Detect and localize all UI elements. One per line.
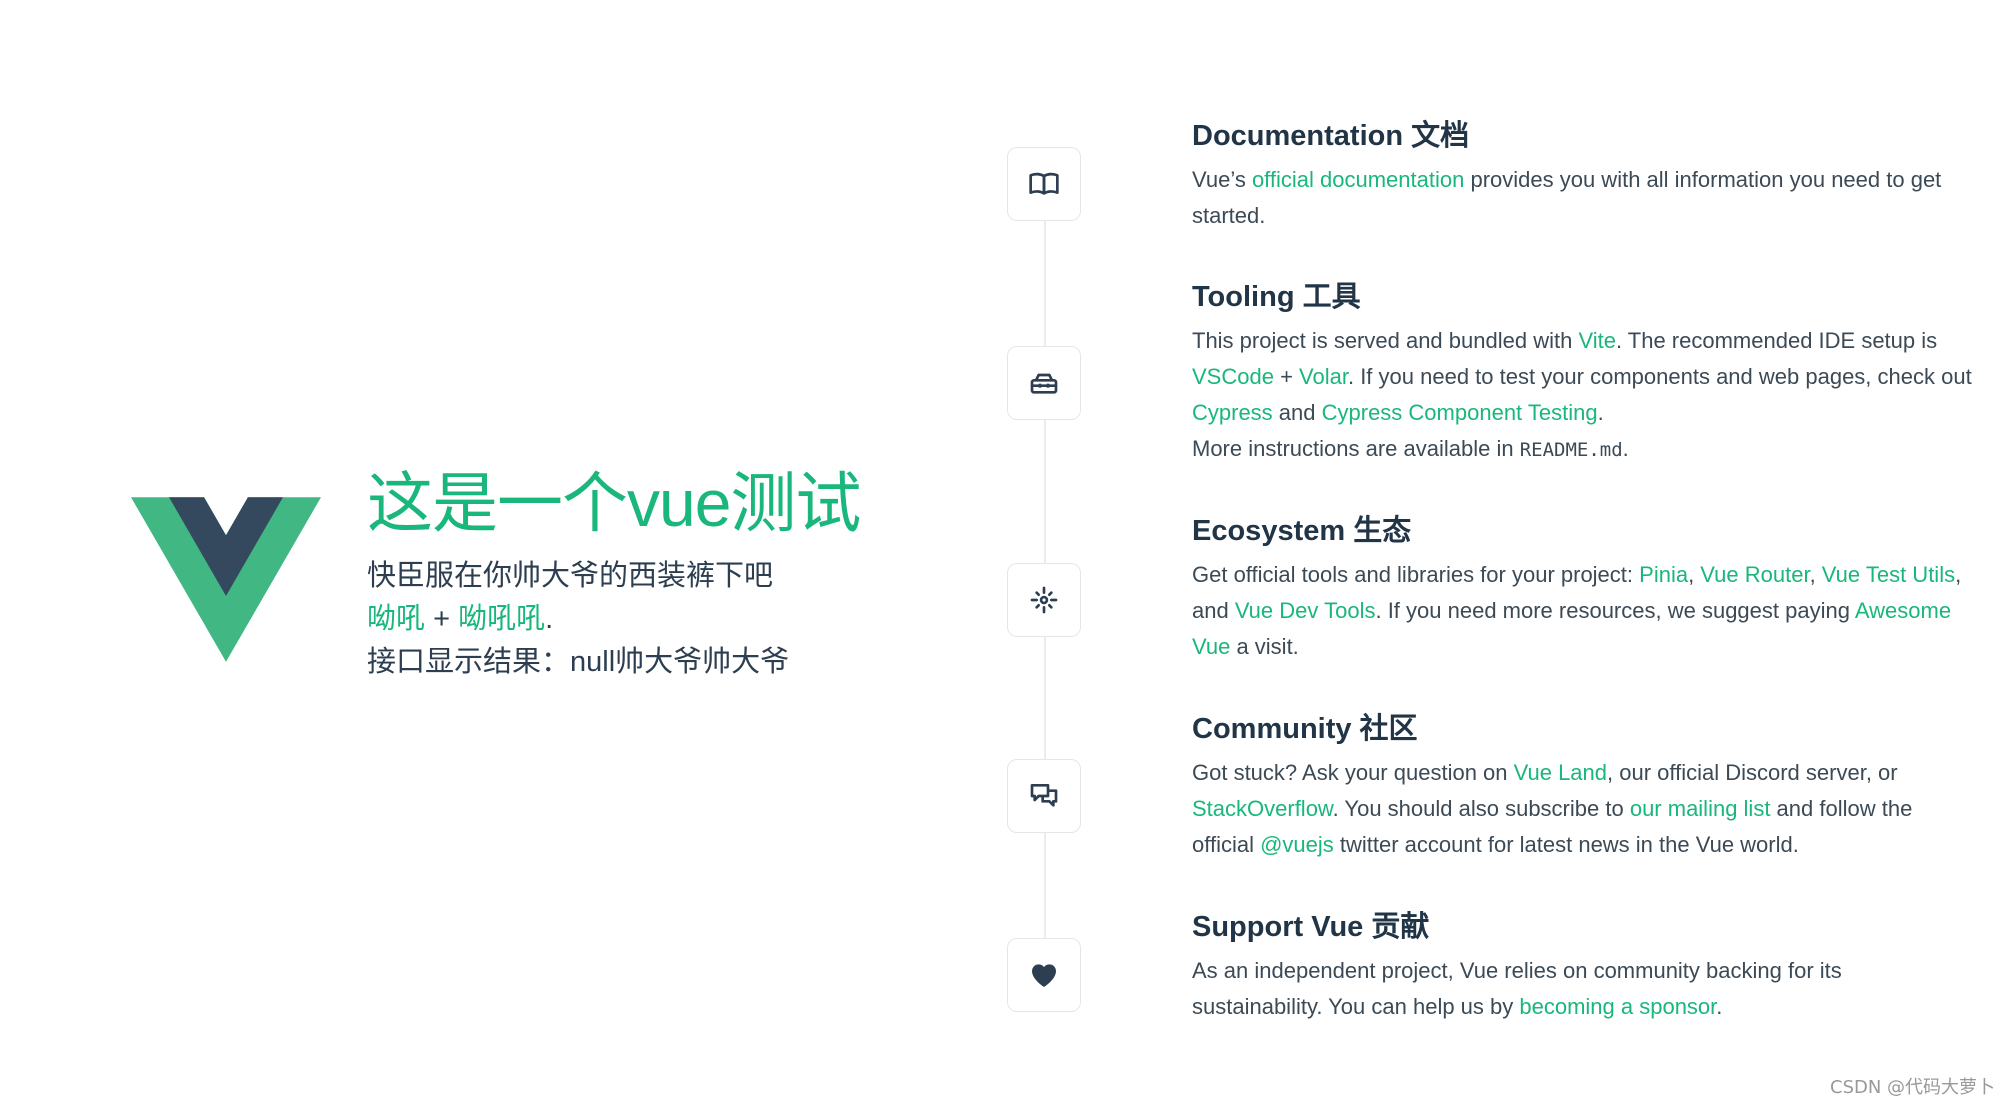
vue-dev-tools-link[interactable]: Vue Dev Tools bbox=[1235, 598, 1376, 623]
ecosystem-text: Get official tools and libraries for you… bbox=[1192, 557, 1972, 665]
csdn-watermark: CSDN @代码大萝卜 bbox=[1830, 1077, 1996, 1098]
tooling-icon-box bbox=[1007, 346, 1081, 420]
hero-link-1[interactable]: 呦吼 bbox=[367, 603, 425, 635]
text-fragment: , our official Discord server, or bbox=[1607, 760, 1898, 785]
vue-logo bbox=[131, 497, 321, 662]
documentation-text: Vue’s official documentation provides yo… bbox=[1192, 162, 1972, 234]
ecosystem-title: Ecosystem 生态 bbox=[1192, 515, 1412, 547]
text-fragment: . bbox=[1622, 436, 1629, 461]
support-title: Support Vue 贡献 bbox=[1192, 911, 1430, 943]
text-fragment: + bbox=[1273, 364, 1300, 389]
text-fragment: twitter account for latest news in the V… bbox=[1333, 832, 1799, 857]
text-fragment: Vue’s bbox=[1192, 167, 1252, 192]
community-section: Community 社区 Got stuck? Ask your questio… bbox=[1192, 711, 1972, 863]
tooling-text: This project is served and bundled with … bbox=[1192, 323, 1972, 468]
vue-router-link[interactable]: Vue Router bbox=[1700, 562, 1809, 587]
ecosystem-section: Ecosystem 生态 Get official tools and libr… bbox=[1192, 513, 1972, 665]
cypress-component-testing-link[interactable]: Cypress Component Testing bbox=[1322, 400, 1598, 425]
vue-land-link[interactable]: Vue Land bbox=[1514, 760, 1607, 785]
text-fragment: . You should also subscribe to bbox=[1332, 796, 1630, 821]
chat-bubbles-icon bbox=[1030, 784, 1058, 807]
cypress-link[interactable]: Cypress bbox=[1192, 400, 1273, 425]
community-text: Got stuck? Ask your question on Vue Land… bbox=[1192, 755, 1972, 863]
support-text: As an independent project, Vue relies on… bbox=[1192, 953, 1972, 1025]
text-fragment: Got stuck? Ask your question on bbox=[1192, 760, 1514, 785]
text-fragment: and bbox=[1272, 400, 1322, 425]
text-fragment: . If you need to test your components an… bbox=[1347, 364, 1972, 389]
hero-title: 这是一个vue测试 bbox=[367, 466, 861, 540]
documentation-section: Documentation 文档 Vue’s official document… bbox=[1192, 118, 1972, 234]
mailing-list-link[interactable]: our mailing list bbox=[1630, 796, 1771, 821]
text-fragment: More instructions are available in bbox=[1192, 436, 1520, 461]
readme-code: README.md bbox=[1519, 439, 1623, 461]
text-fragment: . bbox=[1597, 400, 1604, 425]
becoming-a-sponsor-link[interactable]: becoming a sponsor bbox=[1519, 994, 1716, 1019]
hero: 这是一个vue测试 快臣服在你帅大爷的西装裤下吧 呦吼 + 呦吼吼. 接口显示结… bbox=[367, 463, 927, 684]
text-fragment: . bbox=[1716, 994, 1723, 1019]
text-fragment: This project is served and bundled with bbox=[1192, 328, 1579, 353]
text-fragment: a visit. bbox=[1230, 634, 1299, 659]
text-fragment: . The recommended IDE setup is bbox=[1615, 328, 1938, 353]
toolbox-icon bbox=[1030, 373, 1058, 394]
documentation-icon-box bbox=[1007, 147, 1081, 221]
ecosystem-icon-box bbox=[1007, 563, 1081, 637]
hero-plus: + bbox=[425, 603, 459, 635]
text-fragment: , bbox=[1688, 562, 1701, 587]
ecosystem-icon bbox=[1030, 586, 1058, 614]
tooling-title: Tooling 工具 bbox=[1192, 281, 1361, 313]
pinia-link[interactable]: Pinia bbox=[1639, 562, 1688, 587]
text-fragment: , bbox=[1809, 562, 1822, 587]
documentation-title: Documentation 文档 bbox=[1192, 120, 1470, 152]
vscode-link[interactable]: VSCode bbox=[1192, 364, 1274, 389]
hero-subtitle: 快臣服在你帅大爷的西装裤下吧 bbox=[367, 560, 774, 592]
vuejs-twitter-link[interactable]: @vuejs bbox=[1260, 832, 1334, 857]
text-fragment: Get official tools and libraries for you… bbox=[1192, 562, 1640, 587]
hero-period: . bbox=[545, 603, 554, 635]
stackoverflow-link[interactable]: StackOverflow bbox=[1192, 796, 1333, 821]
book-icon bbox=[1029, 172, 1059, 195]
heart-icon bbox=[1032, 964, 1056, 987]
volar-link[interactable]: Volar bbox=[1299, 364, 1348, 389]
hero-links-line: 呦吼 + 呦吼吼. bbox=[367, 598, 927, 641]
vue-test-utils-link[interactable]: Vue Test Utils bbox=[1822, 562, 1955, 587]
text-fragment: . If you need more resources, we suggest… bbox=[1375, 598, 1855, 623]
official-documentation-link[interactable]: official documentation bbox=[1252, 167, 1464, 192]
api-result-text: 接口显示结果：null帅大爷帅大爷 bbox=[367, 646, 790, 678]
support-icon-box bbox=[1007, 938, 1081, 1012]
support-section: Support Vue 贡献 As an independent project… bbox=[1192, 909, 1972, 1025]
community-title: Community 社区 bbox=[1192, 713, 1418, 745]
tooling-section: Tooling 工具 This project is served and bu… bbox=[1192, 279, 1972, 468]
vite-link[interactable]: Vite bbox=[1578, 328, 1616, 353]
text-fragment: As an independent project, Vue relies on… bbox=[1192, 958, 1842, 1019]
community-icon-box bbox=[1007, 759, 1081, 833]
hero-link-2[interactable]: 呦吼吼 bbox=[458, 603, 545, 635]
